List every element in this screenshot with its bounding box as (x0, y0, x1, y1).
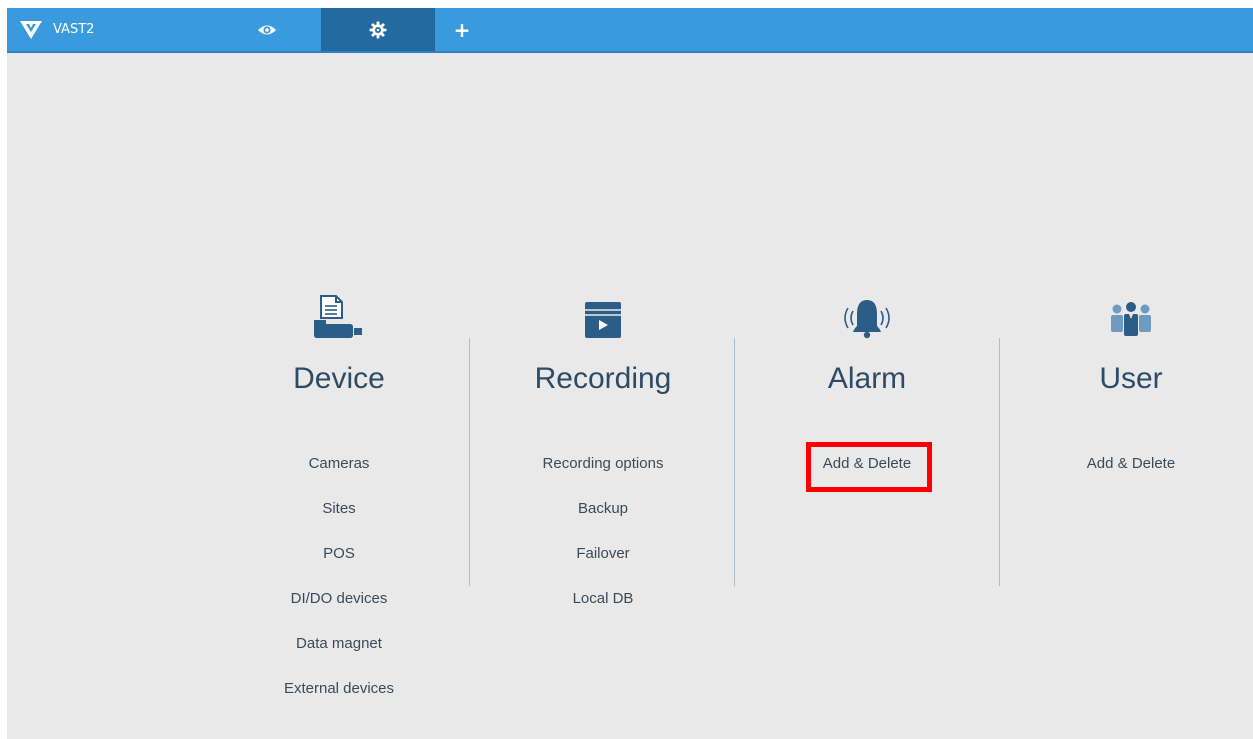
column-divider (469, 338, 470, 586)
section-links: Recording options Backup Failover Local … (471, 454, 735, 634)
section-alarm: Alarm Add & Delete (735, 288, 999, 718)
link-cameras[interactable]: Cameras (309, 455, 370, 472)
link-data-magnet[interactable]: Data magnet (296, 635, 382, 652)
list-item: Backup (471, 499, 735, 544)
tab-live-view[interactable] (242, 8, 292, 51)
section-title: Alarm (827, 362, 907, 395)
top-bar: VAST2 + (7, 8, 1253, 53)
section-device: Device Cameras Sites POS DI/DO devices D… (207, 288, 471, 718)
list-item: Sites (207, 499, 471, 544)
section-title: Recording (534, 362, 672, 395)
list-item: Recording options (471, 454, 735, 499)
link-backup[interactable]: Backup (578, 500, 628, 517)
list-item: External devices (207, 679, 471, 724)
link-user-add-delete[interactable]: Add & Delete (1087, 455, 1175, 472)
link-failover[interactable]: Failover (576, 545, 629, 562)
link-dido-devices[interactable]: DI/DO devices (291, 590, 388, 607)
section-title: Device (293, 362, 385, 395)
brand: VAST2 (20, 8, 94, 51)
device-icon (314, 295, 362, 338)
link-local-db[interactable]: Local DB (573, 590, 634, 607)
section-title: User (1099, 362, 1163, 395)
eye-icon (258, 25, 276, 34)
vast-logo-icon (20, 20, 42, 39)
list-item: Cameras (207, 454, 471, 499)
tab-settings[interactable] (321, 8, 435, 51)
column-divider (999, 338, 1000, 586)
highlight-box (806, 442, 932, 492)
list-item: Local DB (471, 589, 735, 634)
recording-icon (585, 302, 621, 338)
link-external-devices[interactable]: External devices (284, 680, 394, 697)
link-pos[interactable]: POS (323, 545, 355, 562)
tab-add[interactable]: + (440, 8, 484, 51)
list-item: POS (207, 544, 471, 589)
link-recording-options[interactable]: Recording options (543, 455, 664, 472)
app-window: VAST2 + Device Cameras Sites POS DI/DO d… (7, 8, 1253, 739)
plus-icon: + (453, 17, 471, 42)
alarm-bell-icon (844, 300, 890, 339)
list-item: Data magnet (207, 634, 471, 679)
section-recording: Recording Recording options Backup Failo… (471, 288, 735, 718)
section-user: User Add & Delete (999, 288, 1253, 718)
list-item: Add & Delete (999, 454, 1253, 499)
list-item: DI/DO devices (207, 589, 471, 634)
section-links: Add & Delete (999, 454, 1253, 499)
settings-menu: Device Cameras Sites POS DI/DO devices D… (207, 288, 1253, 718)
link-sites[interactable]: Sites (322, 500, 355, 517)
gear-icon (369, 21, 387, 38)
app-title: VAST2 (53, 22, 95, 37)
section-links: Cameras Sites POS DI/DO devices Data mag… (207, 454, 471, 724)
list-item: Failover (471, 544, 735, 589)
column-divider (734, 338, 735, 586)
users-icon (1111, 302, 1151, 336)
